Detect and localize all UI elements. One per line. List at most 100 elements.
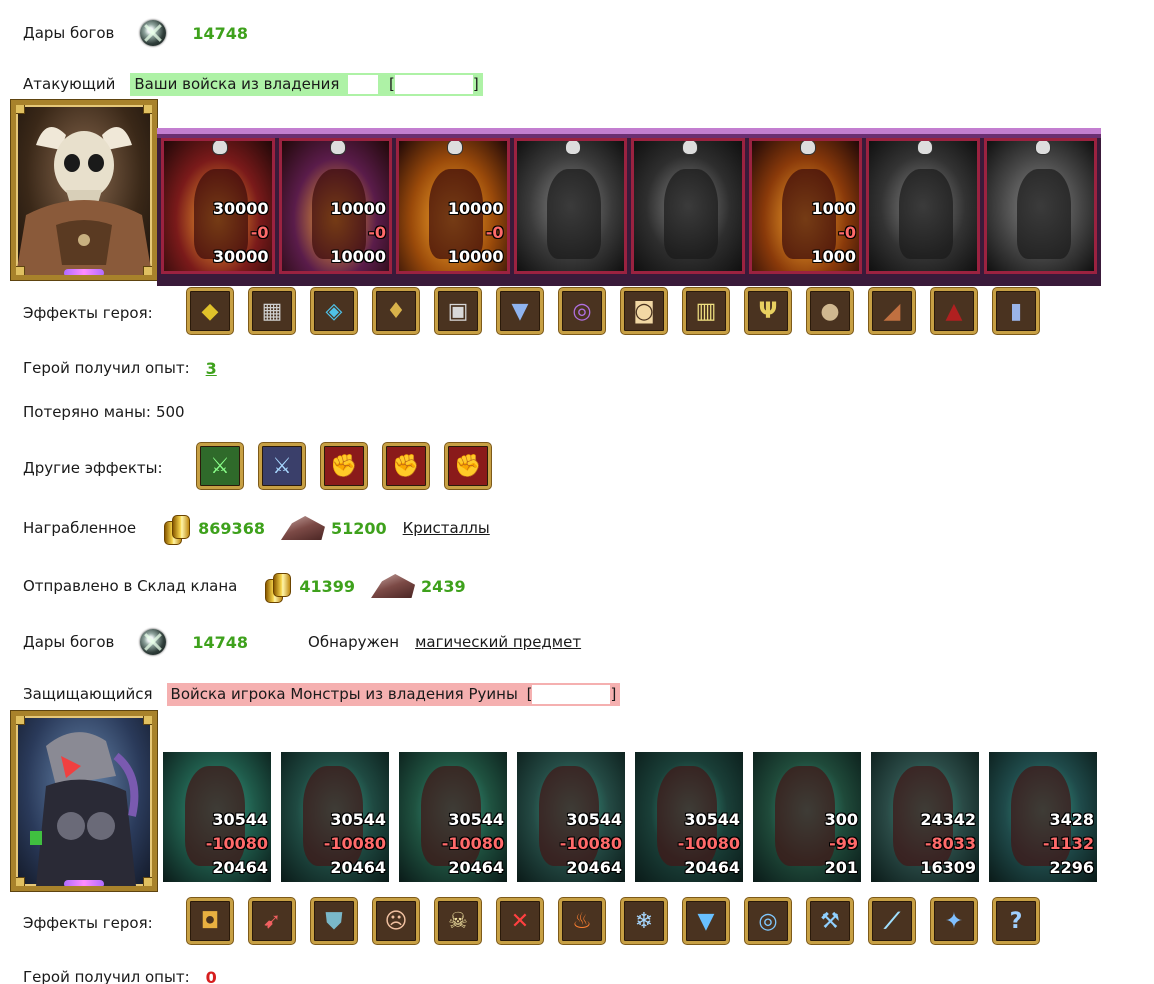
spider-beast-unit-icon[interactable]: 30544 -10080 20464 — [635, 752, 743, 882]
skeleton-gold-icon[interactable]: ☠ — [435, 898, 481, 944]
naga-witch-unit-icon[interactable]: 3428 -1132 2296 — [989, 752, 1097, 882]
crystal-cube-icon[interactable]: ◈ — [311, 288, 357, 334]
lizard-warrior-unit-icon[interactable]: 30544 -10080 20464 — [163, 752, 271, 882]
scream-face-icon[interactable]: ☹ — [373, 898, 419, 944]
ice-crystal-icon[interactable]: ❄ — [621, 898, 667, 944]
unit-count-start: 30544 — [330, 810, 386, 829]
tankard-icon[interactable]: ▥ — [683, 288, 729, 334]
defender-exp-value: 0 — [205, 967, 217, 984]
unit-count-lost: -1132 — [1042, 834, 1094, 853]
helmet-icon[interactable]: ▣ — [435, 288, 481, 334]
gifts-top-row: Дары богов 14748 — [23, 20, 248, 46]
lantern-icon[interactable]: ◘ — [187, 898, 233, 944]
ring-purple-icon[interactable]: ◎ — [559, 288, 605, 334]
unit-count-lost: -10080 — [323, 834, 386, 853]
unit-count-lost: -10080 — [559, 834, 622, 853]
fist-sword-icon-2[interactable]: ✊ — [383, 443, 429, 489]
unit-count-lost: -0 — [250, 223, 269, 242]
gifts-top-label: Дары богов — [23, 24, 115, 42]
attacker-hero-portrait[interactable] — [11, 100, 157, 280]
orc-shaman-unit-icon[interactable]: 30544 -10080 20464 — [399, 752, 507, 882]
unit-count-lost: -0 — [838, 223, 856, 242]
cuirass-icon[interactable]: ▼ — [497, 288, 543, 334]
unit-count-start: 30544 — [448, 810, 504, 829]
shield-blue-icon[interactable]: ⛊ — [311, 898, 357, 944]
armored-beast-hero-image — [30, 732, 139, 886]
unit-count-end: 30000 — [212, 247, 269, 266]
fire-warrior-unit-icon[interactable]: 1000 -0 1000 — [748, 138, 862, 274]
portrait-corner — [143, 877, 152, 886]
gold-coins-icon — [164, 513, 191, 545]
loot-row: Награбленное 869368 51200 Кристаллы — [23, 512, 490, 545]
unit-count-end: 201 — [824, 858, 858, 877]
ice-axe-icon[interactable]: ⚒ — [807, 898, 853, 944]
attacker-effects-label: Эффекты героя: — [23, 304, 153, 322]
unit-counts: 30000 -0 30000 — [213, 197, 269, 269]
other-effects-label: Другие эффекты: — [23, 459, 163, 477]
shield-round-icon[interactable]: ● — [807, 288, 853, 334]
mana-lost-row: Потеряно маны: 500 — [23, 400, 185, 424]
god-gift-icon — [140, 629, 167, 655]
sword-green-icon[interactable]: ⚔ — [197, 443, 243, 489]
unit-count-start: 30000 — [212, 199, 269, 218]
fire-head-icon[interactable]: ♨ — [559, 898, 605, 944]
dark-knight-unit-icon[interactable] — [866, 138, 980, 274]
trident-icon[interactable]: Ψ — [745, 288, 791, 334]
boots-icon[interactable]: ▮ — [993, 288, 1039, 334]
attacker-exp-value[interactable]: 3 — [206, 359, 217, 378]
attacker-clan-blank — [394, 74, 473, 94]
gifts-bottom-label: Дары богов — [23, 633, 115, 651]
question-icon[interactable]: ? — [993, 898, 1039, 944]
sword-blue-icon[interactable]: ⚔ — [259, 443, 305, 489]
portrait-corner — [16, 716, 25, 725]
portrait-corner — [16, 266, 25, 275]
red-dragon-unit-icon[interactable]: 30000 -0 30000 — [161, 138, 275, 274]
unit-count-start: 3428 — [1049, 810, 1094, 829]
defender-hero-portrait[interactable] — [11, 711, 157, 891]
ice-staff-icon[interactable]: ⟋ — [869, 898, 915, 944]
fist-sword-icon[interactable]: ✊ — [321, 443, 367, 489]
ice-armor-icon[interactable]: ▼ — [683, 898, 729, 944]
skull-helm-hero-image — [16, 127, 152, 275]
tower-beast-unit-icon[interactable]: 24342 -8033 16309 — [871, 752, 979, 882]
skull-ornament-icon — [329, 141, 346, 155]
unit-count-end: 20464 — [448, 858, 504, 877]
golem-unit-icon[interactable] — [631, 138, 745, 274]
ore-icon — [371, 574, 416, 598]
unit-counts: 3428 -1132 2296 — [1043, 808, 1094, 880]
reaper-unit-icon[interactable] — [983, 138, 1097, 274]
arrow-fire-icon[interactable]: ➹ — [249, 898, 295, 944]
unit-count-end: 20464 — [330, 858, 386, 877]
mana-lost-value: 500 — [155, 403, 185, 421]
cloak-icon[interactable]: ▲ — [931, 288, 977, 334]
crystals-link[interactable]: Кристаллы — [403, 519, 490, 537]
amulet-icon[interactable]: ♦ — [373, 288, 419, 334]
ore-icon — [280, 516, 325, 540]
unit-counts: 30544 -10080 20464 — [442, 808, 504, 880]
clan-storage-row: Отправлено в Склад клана 41399 2439 — [23, 570, 466, 603]
fire-beast-unit-icon[interactable]: 10000 -0 10000 — [396, 138, 510, 274]
ice-shard-icon[interactable]: ✦ — [931, 898, 977, 944]
defender-exp-row: Герой получил опыт: 0 — [23, 965, 217, 984]
bone-dragon-unit-icon[interactable]: 10000 -0 10000 — [278, 138, 392, 274]
red-fiend-unit-icon[interactable]: 300 -99 201 — [753, 752, 861, 882]
ice-ring-icon[interactable]: ◎ — [745, 898, 791, 944]
clan-ore-value: 2439 — [421, 576, 466, 596]
gold-coins-icon — [265, 571, 292, 603]
bracer-icon[interactable]: ◢ — [869, 288, 915, 334]
unit-count-end: 10000 — [330, 247, 386, 266]
scroll-icon[interactable]: ◙ — [621, 288, 667, 334]
gargoyle-unit-icon[interactable] — [513, 138, 627, 274]
red-demon-unit-icon[interactable]: 30544 -10080 20464 — [517, 752, 625, 882]
other-effects-row: Другие эффекты: — [23, 455, 163, 481]
crossed-axes-icon[interactable]: ✕ — [497, 898, 543, 944]
portrait-corner — [16, 877, 25, 886]
attacker-effects-icons: ◆ ▦ ◈ ♦ ▣ ▼ ◎ ◙ ▥ Ψ ● ◢ ▲ ▮ — [187, 288, 1039, 334]
magic-item-link[interactable]: магический предмет — [415, 633, 581, 651]
gold-chest-icon[interactable]: ◆ — [187, 288, 233, 334]
armor-grid-icon[interactable]: ▦ — [249, 288, 295, 334]
fist-sword-icon-3[interactable]: ✊ — [445, 443, 491, 489]
stone-golem-unit-icon[interactable]: 30544 -10080 20464 — [281, 752, 389, 882]
attacker-army-strip: 30000 -0 30000 10000 -0 10000 10000 -0 10000 1000… — [157, 128, 1101, 286]
found-label: Обнаружен — [308, 633, 400, 651]
